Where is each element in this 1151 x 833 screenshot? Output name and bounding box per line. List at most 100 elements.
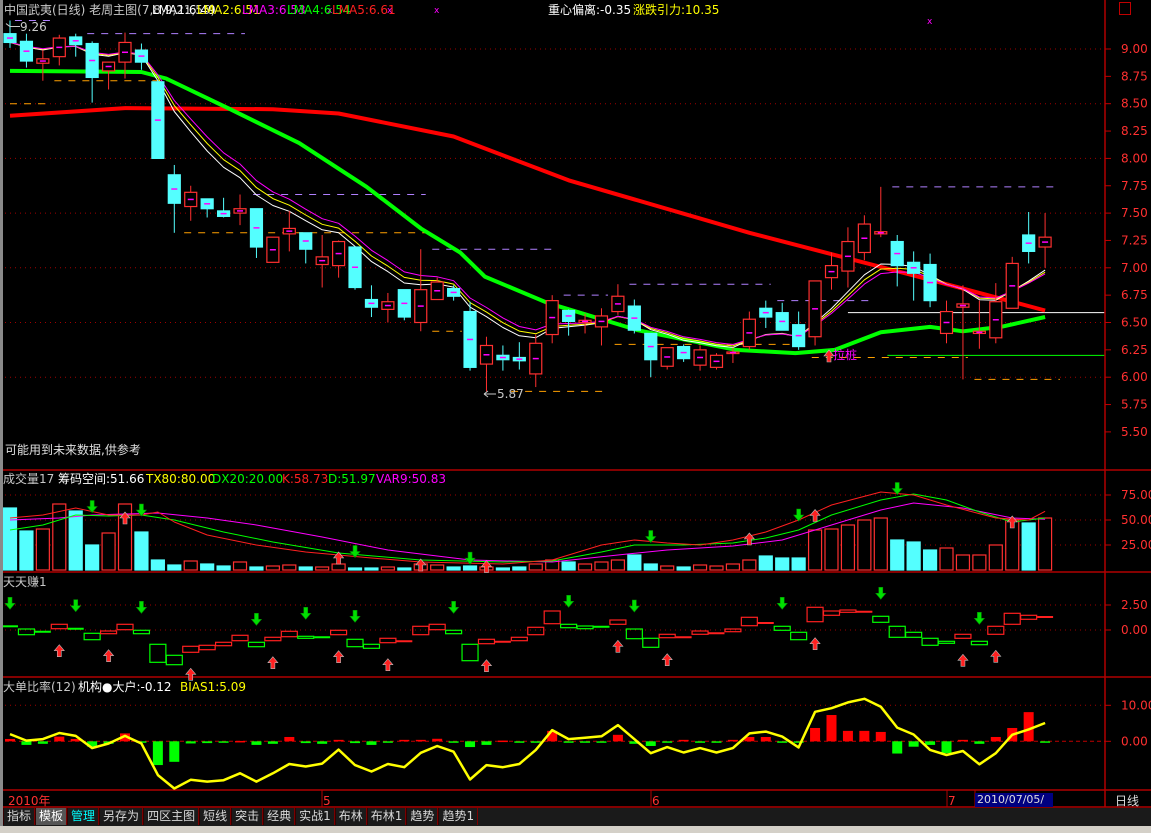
gravity-value: 涨跌引力:10.35 <box>633 3 720 17</box>
tab-classic[interactable]: 经典 <box>263 808 296 825</box>
window-restore-button[interactable] <box>1119 2 1131 15</box>
dd-bar-negative <box>530 741 541 743</box>
tab-four-zone-main[interactable]: 四区主图 <box>143 808 200 825</box>
ttz-box <box>724 628 742 633</box>
ttz-sell-arrow-icon <box>300 607 312 620</box>
ttz-panel-title: 天天赚1 <box>3 575 47 589</box>
volume-panel-title: 成交量17 <box>3 472 55 486</box>
dd-bar-negative <box>711 741 722 743</box>
tab-bollinger[interactable]: 布林 <box>334 808 367 825</box>
period-button[interactable]: 日线 <box>1115 794 1139 808</box>
dd-bar-negative <box>382 741 393 743</box>
price-axis-label: 7.50 <box>1121 206 1148 220</box>
ttz-box <box>954 633 972 639</box>
volume-bar-down <box>495 567 510 571</box>
tab-save-as[interactable]: 另存为 <box>99 808 144 825</box>
magenta-x-marker: x <box>434 6 440 16</box>
dd-bar-negative <box>596 741 607 743</box>
volume-bar-up <box>610 559 626 571</box>
volume-bar-down <box>512 566 527 571</box>
dd-bar-negative <box>152 741 163 766</box>
volume-bar-down <box>200 563 215 571</box>
dd-bar-negative <box>267 741 278 744</box>
volume-bar-up <box>315 566 330 571</box>
ttz-sell-arrow-icon <box>973 612 986 625</box>
price-axis-label: 6.00 <box>1121 370 1148 384</box>
tab-combat1[interactable]: 实战1 <box>295 808 335 825</box>
tab-trend[interactable]: 趋势 <box>406 808 439 825</box>
dd-bar-positive <box>842 730 853 742</box>
min-price-label: 5.87 <box>497 387 524 401</box>
k-value: K:58.73 <box>282 472 329 486</box>
ttz-buy-arrow-icon <box>480 659 493 672</box>
dd-bar-negative <box>317 741 328 744</box>
dd-bar-positive <box>54 736 65 742</box>
signal-label: 拉桩 <box>833 348 858 362</box>
ttz-box <box>839 609 857 613</box>
volume-bar-down <box>167 564 182 571</box>
dd-bar-positive <box>399 739 410 742</box>
volume-bar-up <box>282 564 297 571</box>
ttz-box <box>231 634 249 642</box>
d-line <box>9 493 1046 563</box>
dd-bar-positive <box>859 730 870 742</box>
price-axis-label: 7.00 <box>1121 261 1148 275</box>
tx80-value: TX80:80.00 <box>146 472 216 486</box>
ttz-box <box>527 626 545 636</box>
ttz-box <box>379 637 397 644</box>
tab-bollinger1[interactable]: 布林1 <box>366 808 407 825</box>
ttz-box <box>477 638 496 645</box>
tab-trend1[interactable]: 趋势1 <box>438 808 479 825</box>
d-value: D:51.97 <box>328 472 376 486</box>
ttz-box <box>543 610 561 625</box>
ttz-sell-arrow-icon <box>875 587 887 600</box>
lma5-line <box>9 106 1046 313</box>
dd-bar-positive <box>826 715 837 742</box>
ttz-box <box>330 629 348 636</box>
ttz-box <box>116 623 134 631</box>
ttz-box <box>247 641 266 648</box>
ttz-box <box>937 640 956 644</box>
ttz-box <box>182 645 200 653</box>
tab-template[interactable]: 模板 <box>35 808 68 825</box>
ttz-buy-arrow-icon <box>990 649 1002 663</box>
dd-bar-negative <box>777 741 788 743</box>
ttz-box <box>461 643 479 662</box>
k-line <box>9 491 1046 565</box>
volume-bar-down <box>347 567 363 571</box>
ttz-buy-arrow-icon <box>53 644 65 657</box>
volume-bar-down <box>85 544 100 571</box>
bias1-line <box>9 697 1046 790</box>
volume-bar-up <box>824 528 839 571</box>
dd-bar-negative <box>37 741 48 744</box>
max-price-label: 9.26 <box>20 20 47 34</box>
tab-indicator[interactable]: 指标 <box>3 808 36 825</box>
date-axis-month-6: 6 <box>652 794 660 808</box>
tab-assault[interactable]: 突击 <box>231 808 264 825</box>
taskbar-strip <box>0 826 1151 833</box>
ttz-box <box>99 630 118 635</box>
tab-short-line[interactable]: 短线 <box>199 808 232 825</box>
ttz-box <box>214 641 233 647</box>
volume-bar-down <box>19 530 34 571</box>
price-axis-label: 7.75 <box>1121 179 1148 193</box>
dd-bar-positive <box>957 739 968 742</box>
ttz-buy-arrow-icon <box>382 658 394 671</box>
price-axis-label: 6.25 <box>1121 343 1148 357</box>
volume-bar-up <box>955 554 971 571</box>
tab-manage[interactable]: 管理 <box>67 808 100 825</box>
volume-bar-up <box>873 517 888 571</box>
dd-bar-negative <box>366 741 377 745</box>
ttz-box <box>609 619 627 625</box>
ttz-box <box>510 636 528 642</box>
ttz-axis-label: 0.00 <box>1121 623 1148 637</box>
price-axis-label: 6.75 <box>1121 288 1148 302</box>
volume-bar-up <box>972 554 987 571</box>
price-axis-label: 5.50 <box>1121 425 1148 439</box>
chart-canvas[interactable]: 9.00 8.75 8.50 8.25 8.00 7.75 7.50 7.25 7.00 6.75… <box>0 0 1151 833</box>
chip-space-value: 筹码空间:51.66 <box>58 472 145 486</box>
dd-bar-positive <box>678 739 689 742</box>
stock-chart-window: 9.00 8.75 8.50 8.25 8.00 7.75 7.50 7.25 7.00 6.75… <box>0 0 1151 833</box>
volume-axis-label: 75.00 <box>1121 488 1151 502</box>
volume-bar-up <box>692 564 708 571</box>
